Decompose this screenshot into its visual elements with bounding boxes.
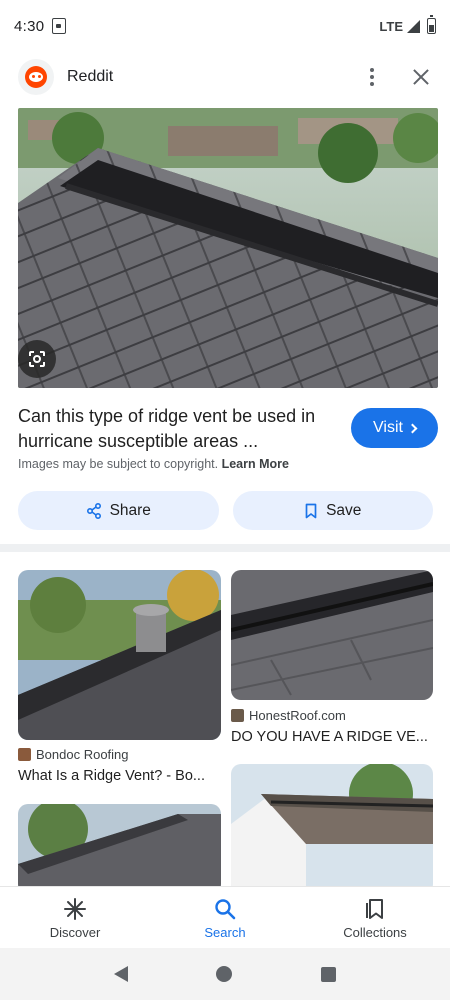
related-image-1[interactable] bbox=[18, 570, 221, 740]
visit-label: Visit bbox=[373, 419, 403, 436]
related-image-2[interactable] bbox=[231, 570, 433, 700]
source-favicon-1 bbox=[18, 748, 31, 761]
close-icon[interactable] bbox=[410, 66, 432, 88]
result-title-row: Can this type of ridge vent be used in h… bbox=[18, 404, 438, 454]
share-icon bbox=[86, 502, 101, 519]
home-icon[interactable] bbox=[216, 966, 233, 982]
viewer-header: Reddit bbox=[0, 52, 450, 102]
status-bar: 4:30 LTE bbox=[0, 0, 450, 52]
copyright-text: Images may be subject to copyright. bbox=[18, 457, 219, 471]
site-name[interactable]: Reddit bbox=[67, 68, 113, 86]
related-image-4[interactable] bbox=[231, 764, 433, 894]
nav-discover[interactable]: Discover bbox=[0, 887, 150, 948]
source-favicon-2 bbox=[231, 709, 244, 722]
related-image-3[interactable] bbox=[18, 804, 221, 894]
collections-icon bbox=[366, 899, 383, 919]
nav-discover-label: Discover bbox=[49, 925, 101, 940]
save-button[interactable]: Save bbox=[232, 491, 433, 530]
nav-collections-label: Collections bbox=[343, 925, 407, 940]
google-lens-icon[interactable] bbox=[18, 340, 56, 378]
recents-icon[interactable] bbox=[320, 966, 336, 982]
section-divider bbox=[0, 544, 450, 552]
main-result-image[interactable] bbox=[18, 108, 438, 388]
status-right: LTE bbox=[379, 15, 436, 34]
learn-more-link[interactable]: Learn More bbox=[222, 457, 289, 471]
visit-button[interactable]: Visit bbox=[351, 408, 438, 448]
system-navigation-bar bbox=[0, 948, 450, 1000]
signal-icon bbox=[407, 19, 420, 33]
reddit-logo-icon bbox=[18, 59, 54, 95]
share-button[interactable]: Share bbox=[18, 491, 219, 530]
network-type: LTE bbox=[379, 18, 403, 34]
copyright-notice: Images may be subject to copyright. Lear… bbox=[18, 457, 289, 471]
nav-collections[interactable]: Collections bbox=[300, 887, 450, 948]
result-title[interactable]: Can this type of ridge vent be used in h… bbox=[18, 404, 338, 454]
save-label: Save bbox=[326, 501, 362, 519]
status-time: 4:30 bbox=[14, 17, 45, 35]
related-source-2: HonestRoof.com bbox=[231, 708, 346, 723]
discover-icon bbox=[64, 898, 86, 920]
phone-status-icon bbox=[52, 18, 67, 34]
share-label: Share bbox=[109, 501, 151, 519]
chevron-right-icon bbox=[407, 423, 418, 433]
bottom-navigation: Discover Search Collections bbox=[0, 886, 450, 948]
more-vert-icon[interactable] bbox=[364, 64, 380, 90]
nav-search[interactable]: Search bbox=[150, 887, 300, 948]
related-source-1: Bondoc Roofing bbox=[18, 747, 129, 762]
action-buttons: Share Save bbox=[18, 491, 433, 530]
bookmark-icon bbox=[305, 503, 317, 518]
back-icon[interactable] bbox=[114, 966, 129, 982]
nav-search-label: Search bbox=[204, 925, 246, 940]
related-title-2[interactable]: DO YOU HAVE A RIDGE VE... bbox=[231, 729, 428, 745]
search-icon bbox=[215, 899, 236, 920]
related-title-1[interactable]: What Is a Ridge Vent? - Bo... bbox=[18, 768, 205, 784]
battery-icon bbox=[427, 15, 436, 34]
